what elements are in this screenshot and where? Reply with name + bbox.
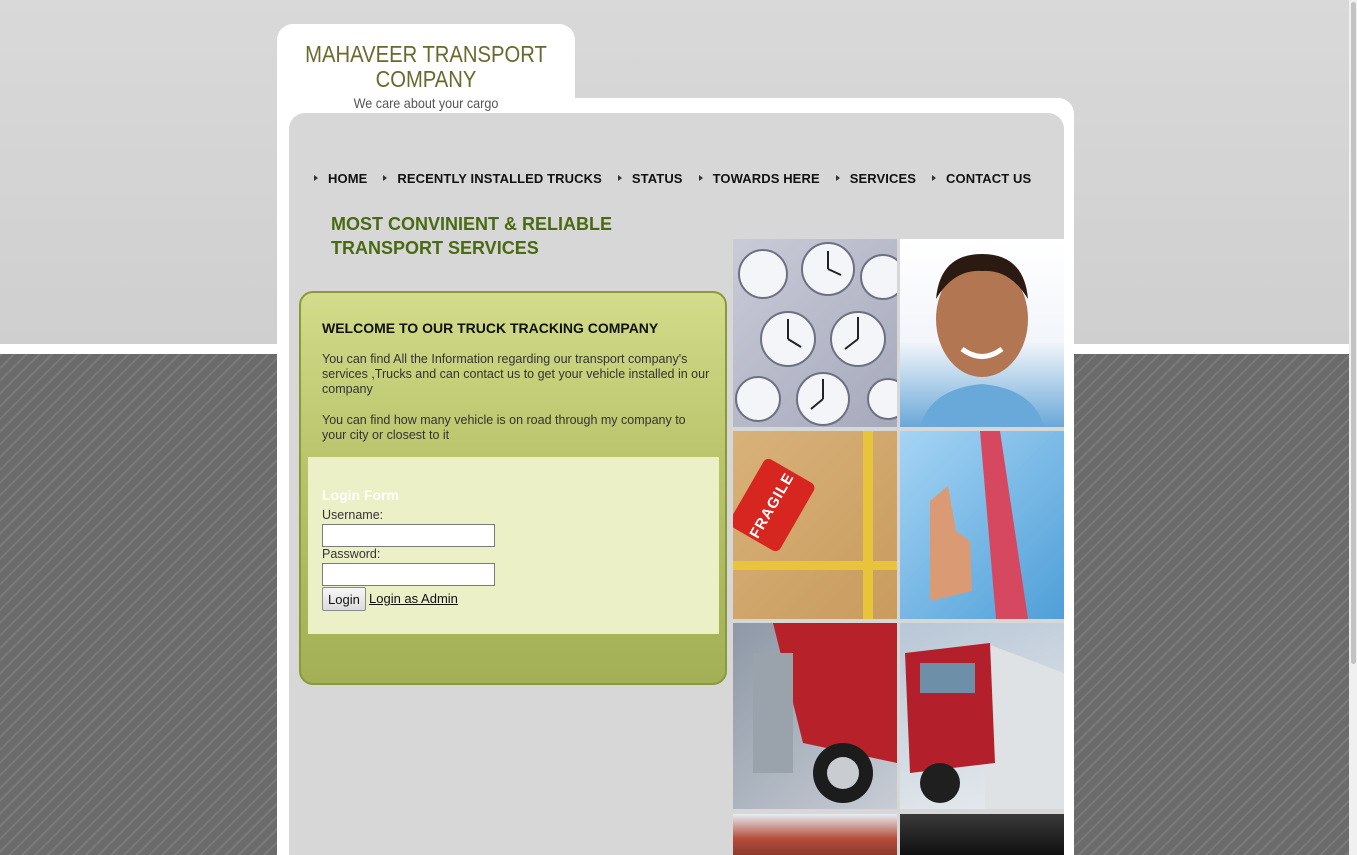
- logo-title: MAHAVEER TRANSPORT COMPANY: [295, 42, 557, 92]
- smiling-man-image: [900, 239, 1064, 427]
- login-form-title: Login Form: [322, 487, 399, 503]
- nav-item-label: STATUS: [631, 170, 683, 186]
- headline-line1: MOST CONVINIENT & RELIABLE: [331, 214, 613, 234]
- nav-item-label: HOME: [328, 170, 368, 186]
- login-as-admin-link[interactable]: Login as Admin: [369, 591, 458, 606]
- thumbs-up-illustration: [930, 431, 1028, 619]
- main-nav: HOME RECENTLY INSTALLED TRUCKS STATUS TO…: [314, 169, 1047, 187]
- nav-item-home[interactable]: HOME: [314, 171, 367, 186]
- username-label: Username:: [322, 508, 384, 522]
- packing-tape: [733, 561, 897, 570]
- dark-equipment-image: [900, 814, 1064, 855]
- nav-item-label: RECENTLY INSTALLED TRUCKS: [397, 170, 602, 186]
- nav-item-services[interactable]: SERVICES: [835, 170, 917, 186]
- fragile-sticker: FRAGILE: [733, 456, 817, 554]
- nav-item-contact-us[interactable]: CONTACT US: [932, 171, 1031, 186]
- truck-front-illustration: [753, 623, 897, 803]
- arrow-right-icon: [383, 175, 388, 181]
- arrow-right-icon: [698, 175, 703, 181]
- red-truck-image: [733, 623, 897, 809]
- nav-item-status[interactable]: STATUS: [617, 170, 683, 186]
- clocks-image: [733, 239, 897, 427]
- arrow-right-icon: [835, 175, 840, 181]
- packing-tape: [863, 431, 873, 619]
- nav-item-label: TOWARDS HERE: [712, 170, 820, 186]
- welcome-paragraph-1: You can find All the Information regardi…: [322, 352, 710, 396]
- username-input[interactable]: [322, 524, 495, 547]
- logo-title-line1: MAHAVEER TRANSPORT: [305, 41, 547, 67]
- logo-tagline: We care about your cargo: [353, 95, 499, 111]
- fragile-label: FRAGILE: [746, 469, 798, 541]
- thumbs-up-man-image: [900, 431, 1064, 619]
- password-input[interactable]: [322, 563, 495, 586]
- clocks-illustration: [735, 242, 897, 426]
- arrow-right-icon: [314, 175, 318, 181]
- welcome-heading: WELCOME TO OUR TRUCK TRACKING COMPANY: [322, 320, 659, 336]
- password-label: Password:: [322, 547, 381, 561]
- arrow-right-icon: [617, 175, 622, 181]
- headline-line2: TRANSPORT SERVICES: [331, 238, 539, 258]
- nav-item-towards-here[interactable]: TOWARDS HERE: [698, 170, 820, 186]
- nav-item-recently-installed-trucks[interactable]: RECENTLY INSTALLED TRUCKS: [383, 171, 602, 186]
- truck-side-illustration: [905, 643, 1064, 809]
- arrow-right-icon: [932, 175, 937, 181]
- man-illustration: [920, 254, 1044, 427]
- cargo-containers-image: [733, 814, 897, 855]
- login-button[interactable]: Login: [322, 587, 366, 611]
- nav-item-label: CONTACT US: [946, 170, 1032, 186]
- welcome-paragraph-2: You can find how many vehicle is on road…: [322, 413, 686, 442]
- nav-item-label: SERVICES: [849, 170, 917, 186]
- fragile-box-image: FRAGILE: [733, 431, 897, 619]
- scrollbar-thumb[interactable]: [1351, 2, 1356, 664]
- page-headline: MOST CONVINIENT & RELIABLE TRANSPORT SER…: [331, 212, 661, 260]
- logo-title-line2: COMPANY: [375, 66, 477, 92]
- red-truck-trailer-image: [900, 623, 1064, 809]
